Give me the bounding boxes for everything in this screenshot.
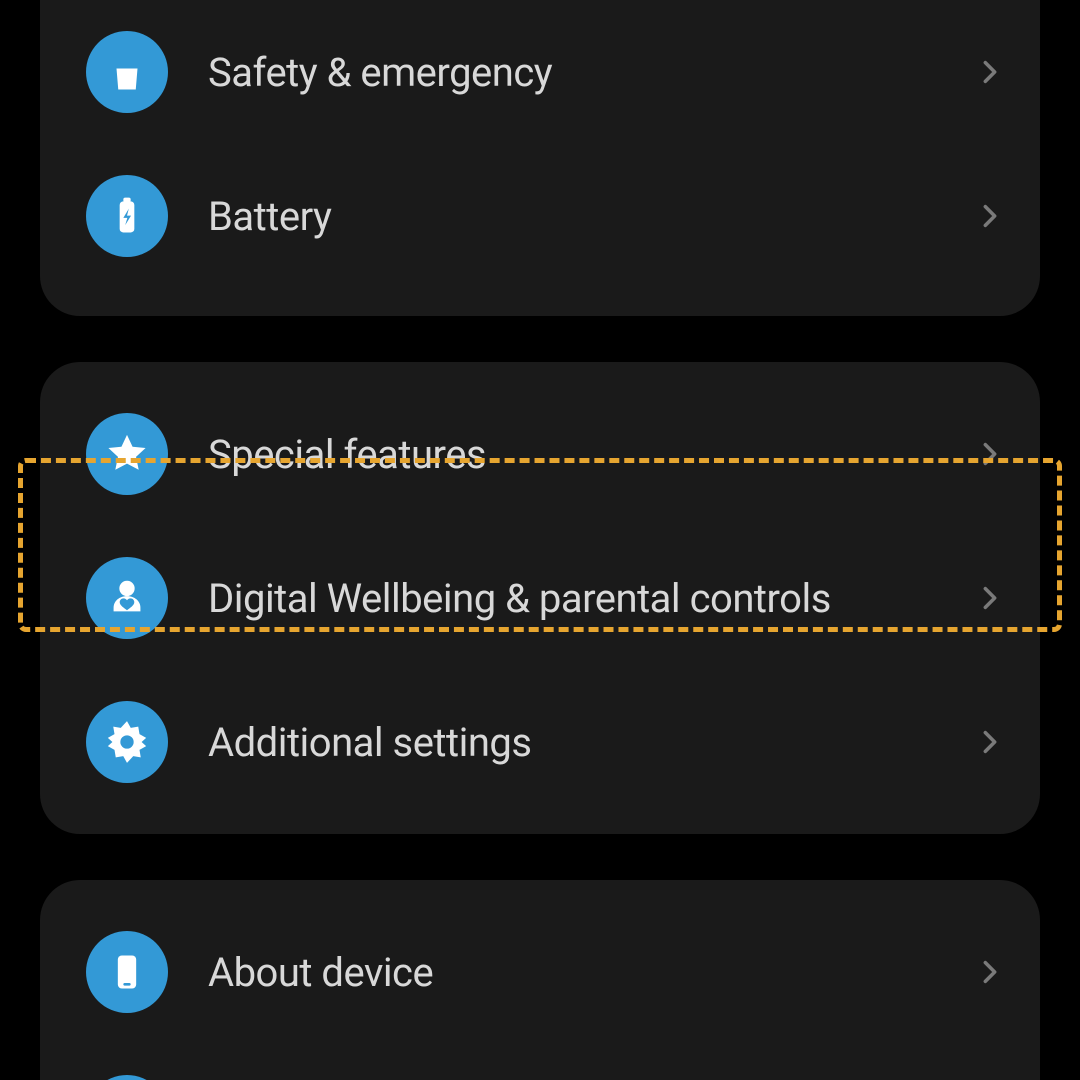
chevron-right-icon <box>976 728 1004 756</box>
settings-card: Safety & emergency Battery <box>40 0 1040 316</box>
row-label: About device <box>208 949 976 996</box>
star-icon <box>86 413 168 495</box>
chevron-right-icon <box>976 440 1004 468</box>
row-additional-settings[interactable]: Additional settings <box>40 670 1040 814</box>
settings-card: Special features Digital Wellbeing & par… <box>40 362 1040 834</box>
row-label: Battery <box>208 193 976 240</box>
health-icon <box>86 31 168 113</box>
heart-person-icon <box>86 557 168 639</box>
battery-icon <box>86 175 168 257</box>
chevron-right-icon <box>976 58 1004 86</box>
chevron-right-icon <box>976 202 1004 230</box>
row-about-device[interactable]: About device <box>40 900 1040 1044</box>
gear-star-icon <box>86 701 168 783</box>
row-digital-wellbeing[interactable]: Digital Wellbeing & parental controls <box>40 526 1040 670</box>
row-battery[interactable]: Battery <box>40 144 1040 288</box>
row-label: Safety & emergency <box>208 49 976 96</box>
person-icon <box>86 1075 168 1080</box>
row-special-features[interactable]: Special features <box>40 382 1040 526</box>
chevron-right-icon <box>976 584 1004 612</box>
device-icon <box>86 931 168 1013</box>
row-users-accounts[interactable]: Users & accounts <box>40 1044 1040 1080</box>
row-safety[interactable]: Safety & emergency <box>40 0 1040 144</box>
row-label: Special features <box>208 431 976 478</box>
row-label: Digital Wellbeing & parental controls <box>208 575 976 622</box>
row-label: Additional settings <box>208 719 976 766</box>
chevron-right-icon <box>976 958 1004 986</box>
settings-card: About device Users & accounts <box>40 880 1040 1080</box>
settings-screen: Safety & emergency Battery <box>0 0 1080 980</box>
